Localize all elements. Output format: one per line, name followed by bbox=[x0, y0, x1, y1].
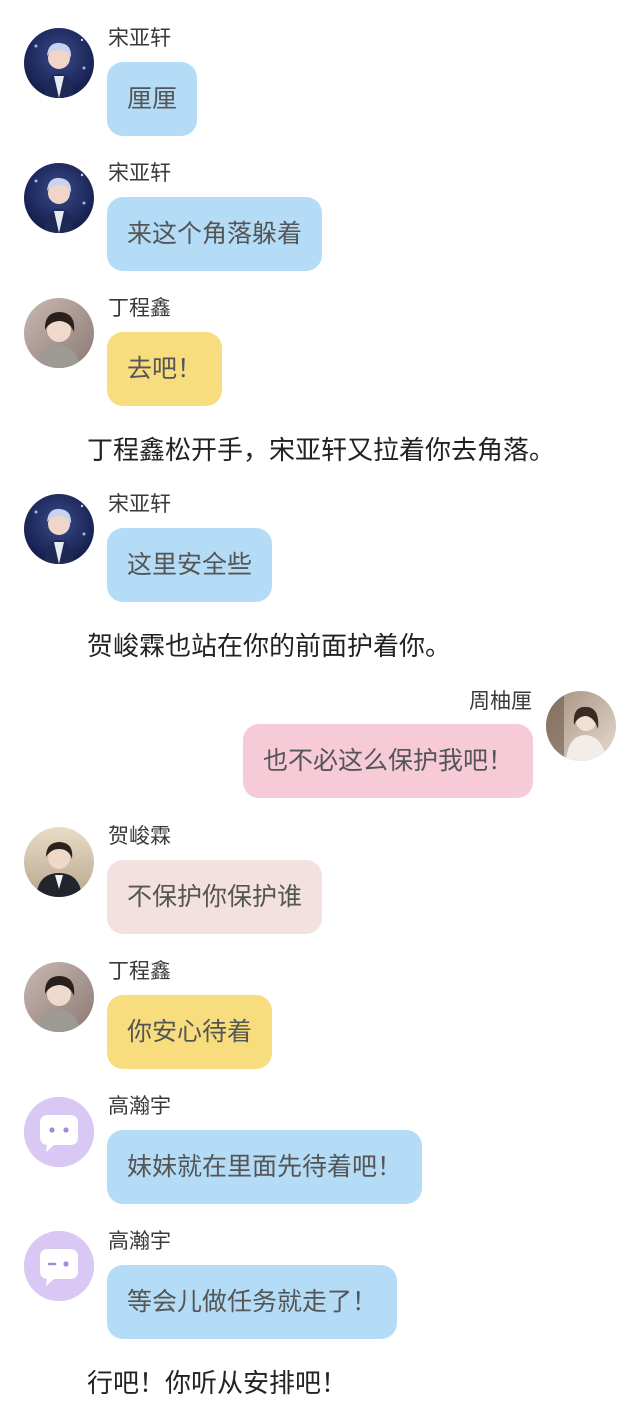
message-bubble[interactable]: 厘厘 bbox=[107, 62, 198, 136]
ding-chengxin-avatar-icon[interactable] bbox=[24, 962, 94, 1032]
message-bubble[interactable]: 来这个角落躲着 bbox=[107, 197, 323, 271]
message-bubble[interactable]: 这里安全些 bbox=[107, 528, 273, 602]
narration-text: 贺峻霖也站在你的前面护着你。 bbox=[87, 632, 452, 662]
sender-name: 高瀚宇 bbox=[108, 1094, 171, 1118]
sender-name: 贺峻霖 bbox=[108, 824, 171, 848]
sender-name: 丁程鑫 bbox=[108, 959, 171, 983]
sender-name: 高瀚宇 bbox=[108, 1229, 171, 1253]
sender-name: 周柚厘 bbox=[469, 689, 532, 713]
narration-text: 行吧！你听从安排吧！ bbox=[87, 1369, 348, 1399]
song-yaxuan-avatar-icon[interactable] bbox=[24, 28, 94, 98]
sender-name: 宋亚轩 bbox=[108, 161, 171, 185]
zhou-youli-avatar-icon[interactable] bbox=[546, 691, 616, 761]
message-bubble[interactable]: 妹妹就在里面先待着吧！ bbox=[107, 1130, 423, 1204]
chat-bubble-face-icon[interactable] bbox=[24, 1097, 94, 1167]
ding-chengxin-avatar-icon[interactable] bbox=[24, 298, 94, 368]
he-junlin-avatar-icon[interactable] bbox=[24, 827, 94, 897]
sender-name: 丁程鑫 bbox=[108, 296, 171, 320]
message-bubble[interactable]: 等会儿做任务就走了！ bbox=[107, 1265, 398, 1339]
message-bubble[interactable]: 去吧！ bbox=[107, 332, 223, 406]
sender-name: 宋亚轩 bbox=[108, 26, 171, 50]
message-bubble[interactable]: 也不必这么保护我吧！ bbox=[242, 724, 533, 798]
narration-text: 丁程鑫松开手，宋亚轩又拉着你去角落。 bbox=[87, 436, 556, 466]
message-bubble[interactable]: 不保护你保护谁 bbox=[107, 860, 323, 934]
message-bubble[interactable]: 你安心待着 bbox=[107, 995, 273, 1069]
song-yaxuan-avatar-icon[interactable] bbox=[24, 163, 94, 233]
song-yaxuan-avatar-icon[interactable] bbox=[24, 494, 94, 564]
sender-name: 宋亚轩 bbox=[108, 492, 171, 516]
chat-bubble-face-icon[interactable] bbox=[24, 1231, 94, 1301]
